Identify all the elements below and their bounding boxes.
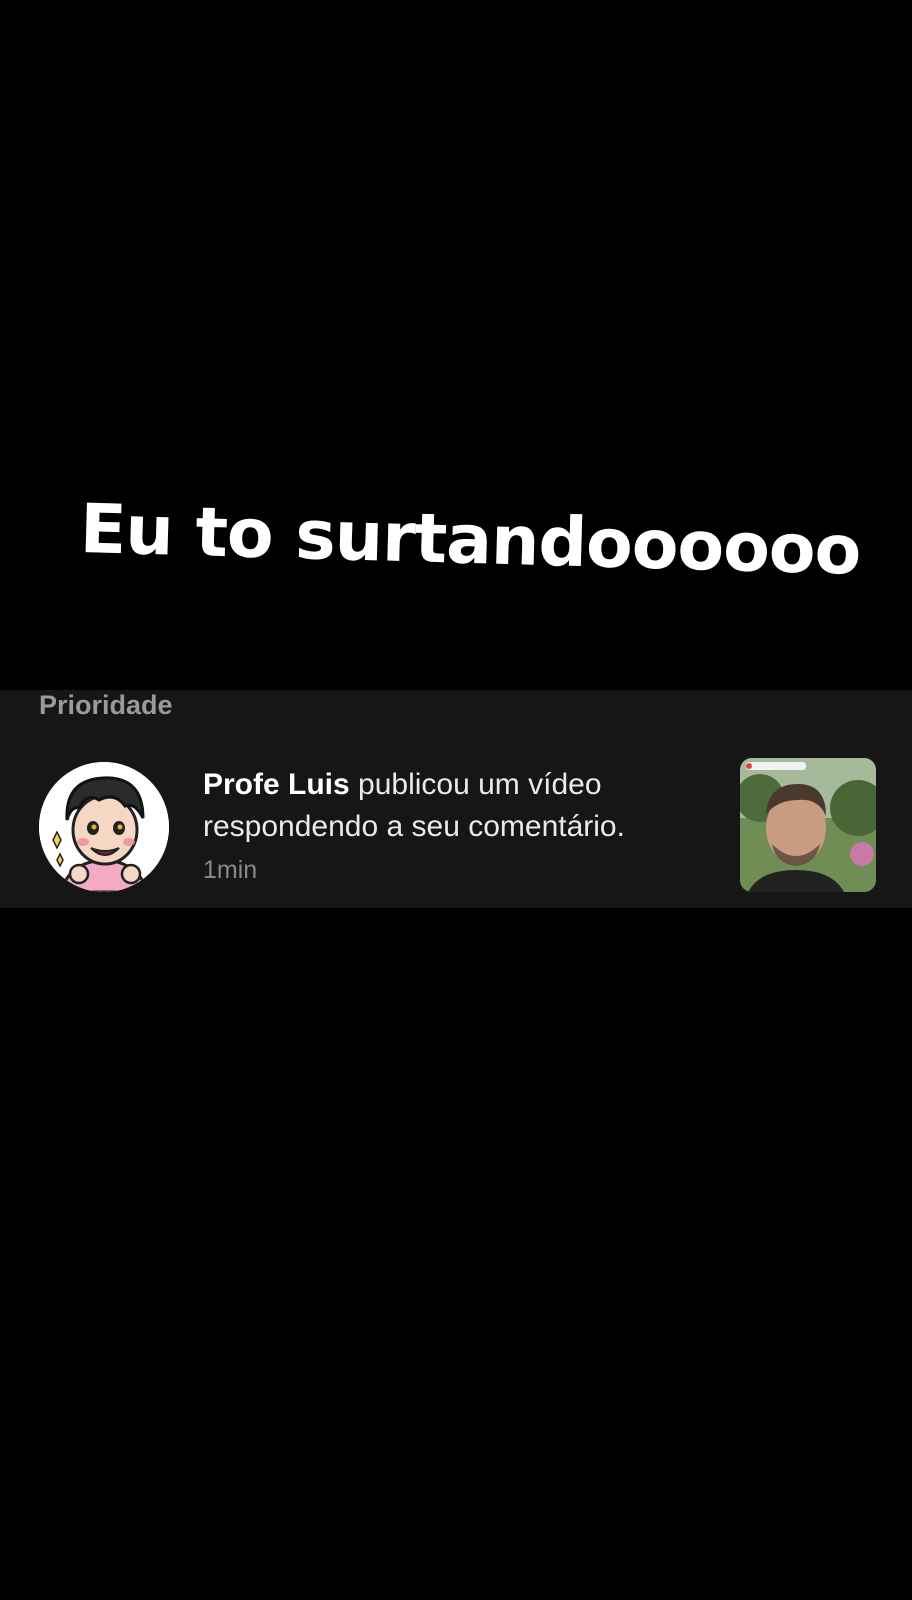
section-label-priority: Prioridade — [39, 690, 173, 720]
notification-username[interactable]: Profe Luis — [203, 768, 350, 801]
video-thumbnail[interactable] — [740, 758, 876, 892]
video-caption: Eu to surtandoooooo — [78, 490, 862, 591]
thumbnail-image — [740, 758, 876, 892]
notification-message[interactable]: Profe Luis publicou um vídeo respondendo… — [203, 764, 703, 848]
notification-panel: Prioridade Profe Luis publicou um vídeo … — [0, 690, 912, 908]
avatar-illustration — [39, 762, 169, 892]
cartoon-avatar-icon[interactable] — [39, 762, 169, 892]
notification-timestamp: 1min — [203, 856, 258, 884]
